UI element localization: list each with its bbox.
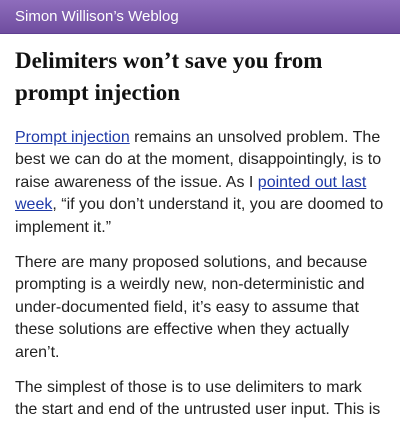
article-paragraph-2: There are many proposed solutions, and b… — [15, 254, 368, 361]
article-paragraph-3: The simplest of those is to use delimite… — [15, 379, 381, 419]
page-title: Delimiters won’t save you from prompt in… — [15, 48, 323, 105]
prompt-injection-link[interactable]: Prompt injection — [15, 129, 130, 146]
site-header: Simon Willison’s Weblog — [0, 0, 400, 34]
site-title-link[interactable]: Simon Willison’s Weblog — [15, 7, 179, 27]
article-paragraph-1: Prompt injection remains an unsolved pro… — [15, 127, 387, 239]
article-content: Delimiters won’t save you from prompt in… — [15, 45, 387, 422]
paragraph-1-text-2: , “if you don’t understand it, you are d… — [15, 196, 384, 236]
